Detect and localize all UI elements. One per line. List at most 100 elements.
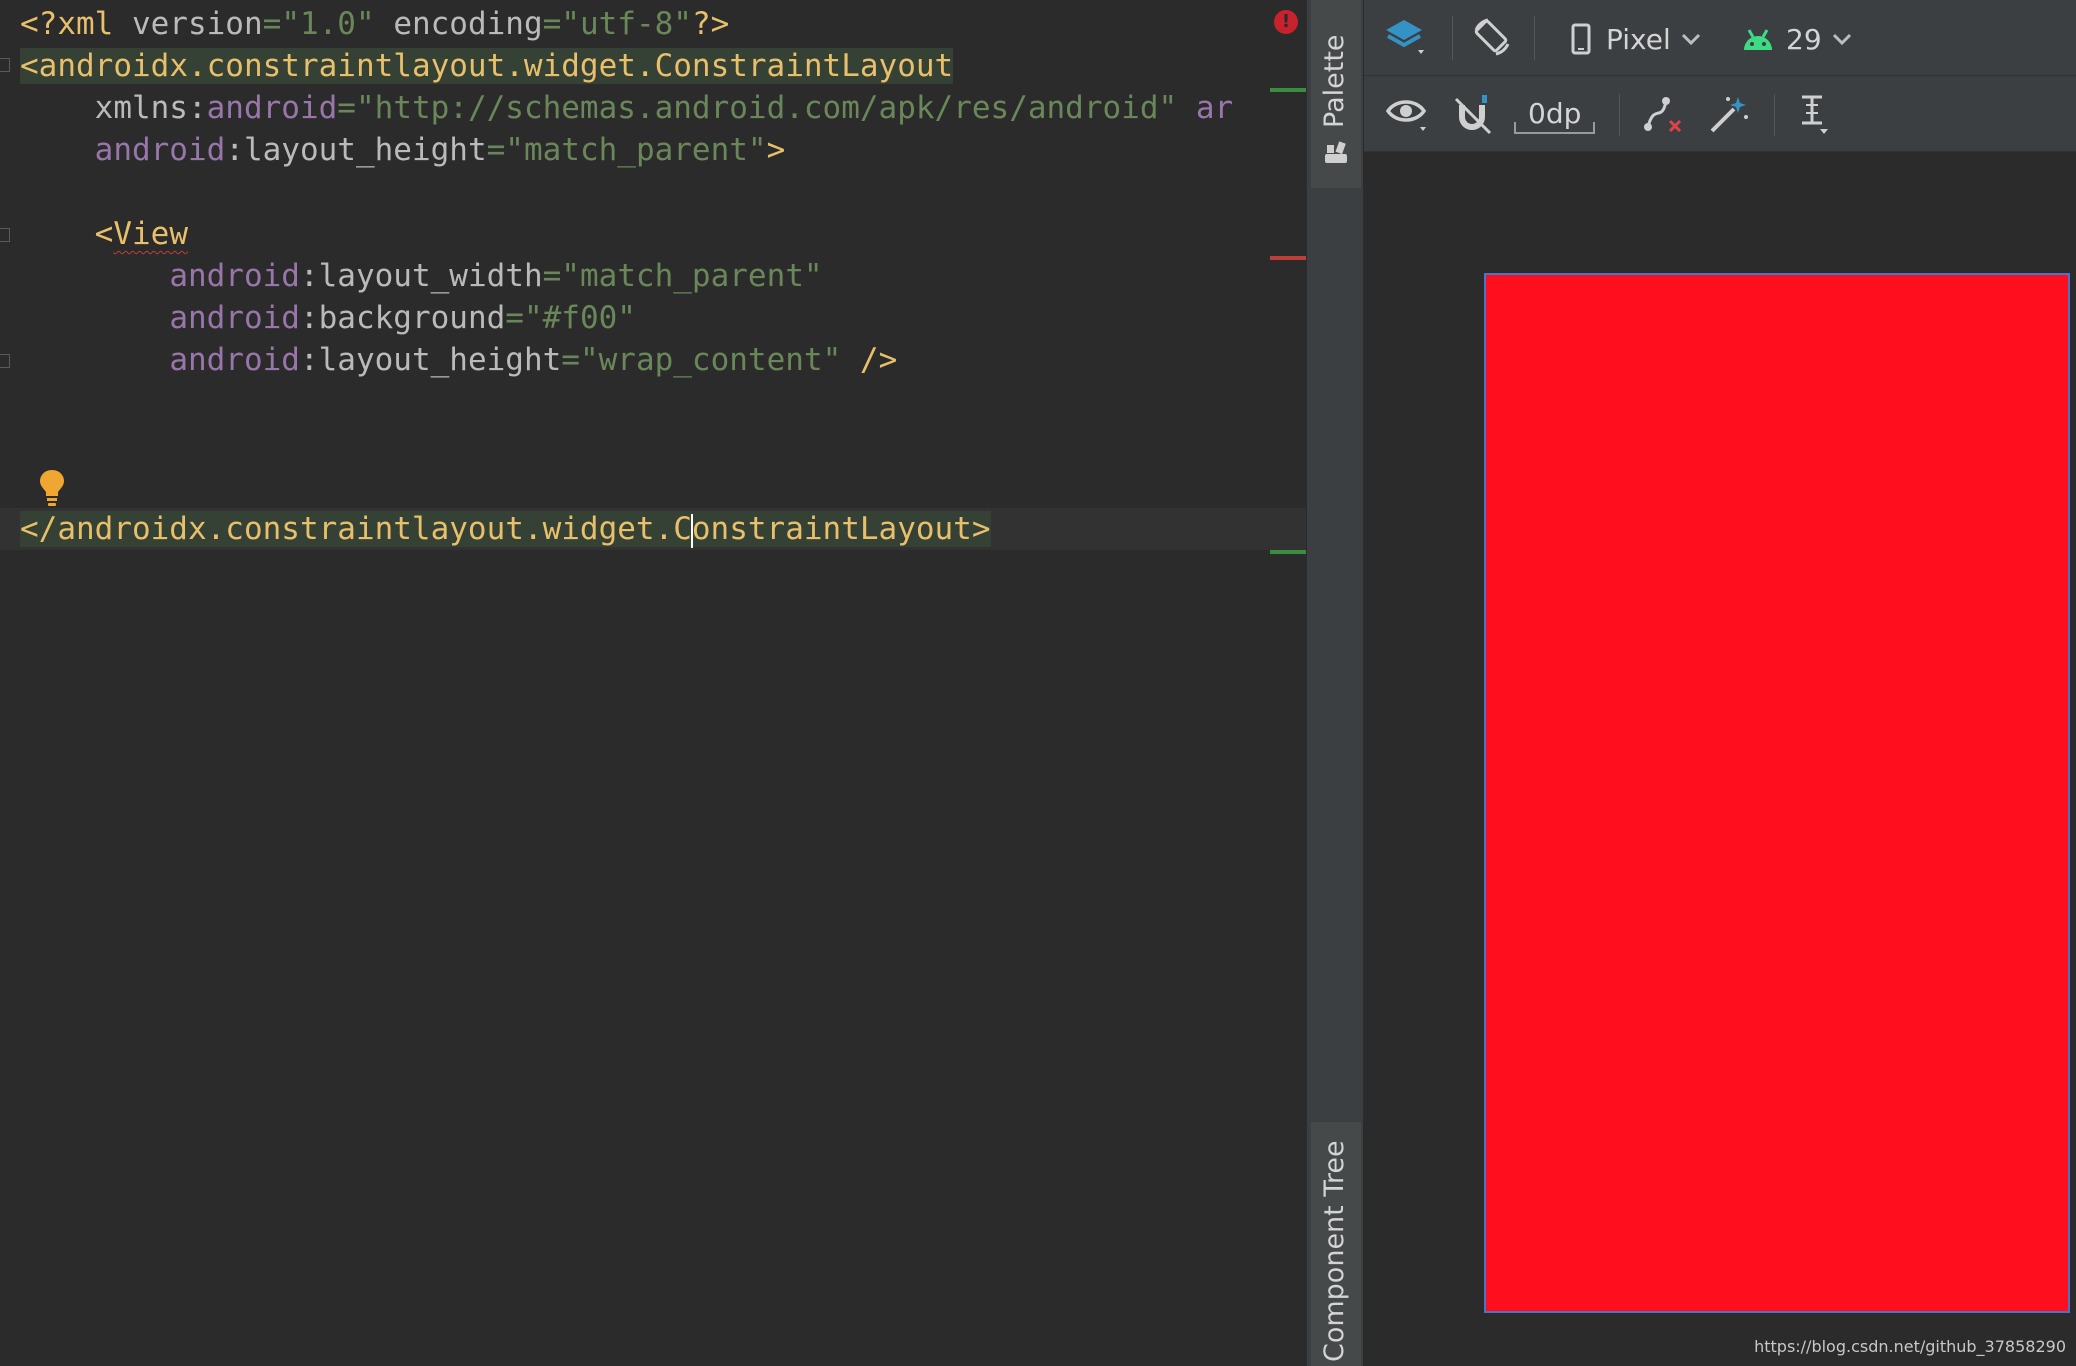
equals-sign: = — [486, 132, 506, 168]
fold-marker[interactable] — [0, 354, 10, 368]
palette-icon — [1325, 141, 1347, 163]
attr-layout-height: layout_height — [318, 342, 562, 378]
toolbar-separator — [1774, 94, 1775, 136]
eye-icon[interactable] — [1384, 93, 1432, 137]
android-studio-window: <?xml version="1.0" encoding="utf-8"?> <… — [0, 0, 2076, 1366]
code-line-6[interactable]: <View — [20, 213, 188, 255]
code-line-13-current[interactable]: </androidx.constraintlayout.widget.Const… — [0, 508, 1306, 550]
closing-tag-name-part1: androidx.constraintlayout.widget.C — [57, 511, 692, 547]
code-line-2[interactable]: <androidx.constraintlayout.widget.Constr… — [20, 45, 954, 87]
equals-sign: = — [542, 6, 562, 42]
xml-declaration-close: ?> — [691, 6, 730, 42]
colon: : — [225, 132, 244, 168]
code-line-7[interactable]: android:layout_width="match_parent" — [20, 255, 823, 297]
colon: : — [299, 258, 319, 294]
tag-name-package: androidx.constraintlayout.widget. — [38, 48, 655, 84]
attr-value: "match_parent" — [505, 132, 767, 168]
layers-icon[interactable] — [1384, 16, 1430, 62]
closing-tag-bracket: > — [971, 511, 991, 547]
code-line-8[interactable]: android:background="#f00" — [20, 297, 636, 339]
phone-icon — [1571, 23, 1591, 55]
api-level-label: 29 — [1786, 22, 1822, 56]
watermark-text: https://blog.csdn.net/github_37858290 — [1754, 1337, 2066, 1356]
tag-open-bracket: < — [94, 216, 114, 252]
design-constraint-toolbar: 0dp — [1364, 76, 2076, 152]
error-indicator-icon[interactable]: ! — [1274, 10, 1298, 34]
tag-close-bracket: > — [766, 132, 786, 168]
code-line-4[interactable]: android:layout_height="match_parent"> — [20, 129, 786, 171]
view-tag-name: View — [113, 216, 188, 252]
colon: : — [299, 300, 319, 336]
magic-wand-icon[interactable] — [1706, 93, 1750, 137]
design-side-strip: Palette Component Tree — [1306, 0, 1364, 1366]
equals-sign: = — [337, 90, 356, 126]
attr-value: "wrap_content" — [579, 342, 842, 378]
component-tree-tab[interactable]: Component Tree — [1311, 1122, 1361, 1366]
namespace-prefix: android — [169, 300, 300, 336]
attr-value: "#f00" — [523, 300, 636, 336]
xml-declaration-open: <?xml — [20, 6, 132, 42]
attr-value: "match_parent" — [561, 258, 823, 294]
tag-open-bracket: < — [20, 48, 39, 84]
xml-encoding-attr: encoding — [393, 6, 543, 42]
namespace-prefix: android — [169, 258, 300, 294]
namespace-prefix: android — [94, 132, 226, 168]
palette-tab-label: Palette — [1319, 34, 1350, 128]
layout-preview-canvas[interactable] — [1484, 273, 2070, 1313]
fold-marker[interactable] — [0, 58, 10, 72]
namespace-uri-value: "http://schemas.android.com/apk/res/andr… — [355, 90, 1178, 126]
code-line-3[interactable]: xmlns:android="http://schemas.android.co… — [20, 87, 1234, 129]
code-line-1[interactable]: <?xml version="1.0" encoding="utf-8"?> — [20, 3, 729, 45]
fold-marker[interactable] — [0, 228, 10, 242]
attr-layout-width: layout_width — [318, 258, 543, 294]
device-label: Pixel — [1606, 22, 1671, 56]
clear-constraints-icon[interactable] — [1640, 93, 1686, 137]
attr-background: background — [318, 300, 506, 336]
design-top-toolbar: Pixel 29 — [1364, 0, 2076, 76]
namespace-prefix: android — [169, 342, 300, 378]
equals-sign: = — [505, 300, 524, 336]
xml-version-attr: version — [131, 6, 263, 42]
xml-version-value: "1.0" — [281, 6, 375, 42]
namespace-prefix: android — [206, 90, 338, 126]
change-marker[interactable] — [1270, 88, 1306, 92]
colon: : — [299, 342, 319, 378]
toolbar-separator — [1452, 16, 1453, 60]
closing-tag-name-part2: onstraintLayout — [691, 511, 972, 547]
component-tree-tab-label: Component Tree — [1319, 1140, 1350, 1362]
margin-bracket — [1514, 122, 1596, 134]
tag-name-class: ConstraintLayout — [654, 48, 954, 84]
xml-code-editor[interactable]: <?xml version="1.0" encoding="utf-8"?> <… — [0, 0, 1306, 1366]
device-selector[interactable]: Pixel — [1570, 18, 1701, 60]
default-margin-selector[interactable]: 0dp — [1514, 94, 1596, 134]
attr-layout-height: layout_height — [243, 132, 487, 168]
magnet-off-icon[interactable] — [1452, 93, 1496, 137]
equals-sign: = — [542, 258, 562, 294]
equals-sign: = — [262, 6, 282, 42]
equals-sign: = — [561, 342, 580, 378]
code-line-9[interactable]: android:layout_height="wrap_content" /> — [20, 339, 897, 381]
rotate-icon[interactable] — [1470, 16, 1514, 60]
lightbulb-icon[interactable] — [38, 468, 66, 508]
error-marker[interactable] — [1270, 256, 1306, 260]
layout-design-pane: Pixel 29 0dp https://blog.csdn.net/githu… — [1364, 0, 2076, 1366]
chevron-down-icon — [1681, 33, 1700, 46]
change-marker[interactable] — [1270, 550, 1306, 554]
truncated-attr: ar — [1195, 90, 1234, 126]
api-level-selector[interactable]: 29 — [1742, 18, 1852, 60]
toolbar-separator — [1534, 16, 1535, 60]
android-icon — [1744, 29, 1772, 50]
closing-tag-open: </ — [20, 511, 58, 547]
xmlns-attr: xmlns: — [94, 90, 207, 126]
guideline-icon[interactable] — [1792, 93, 1836, 137]
self-closing-bracket: /> — [841, 342, 898, 378]
palette-tab[interactable]: Palette — [1311, 0, 1361, 188]
